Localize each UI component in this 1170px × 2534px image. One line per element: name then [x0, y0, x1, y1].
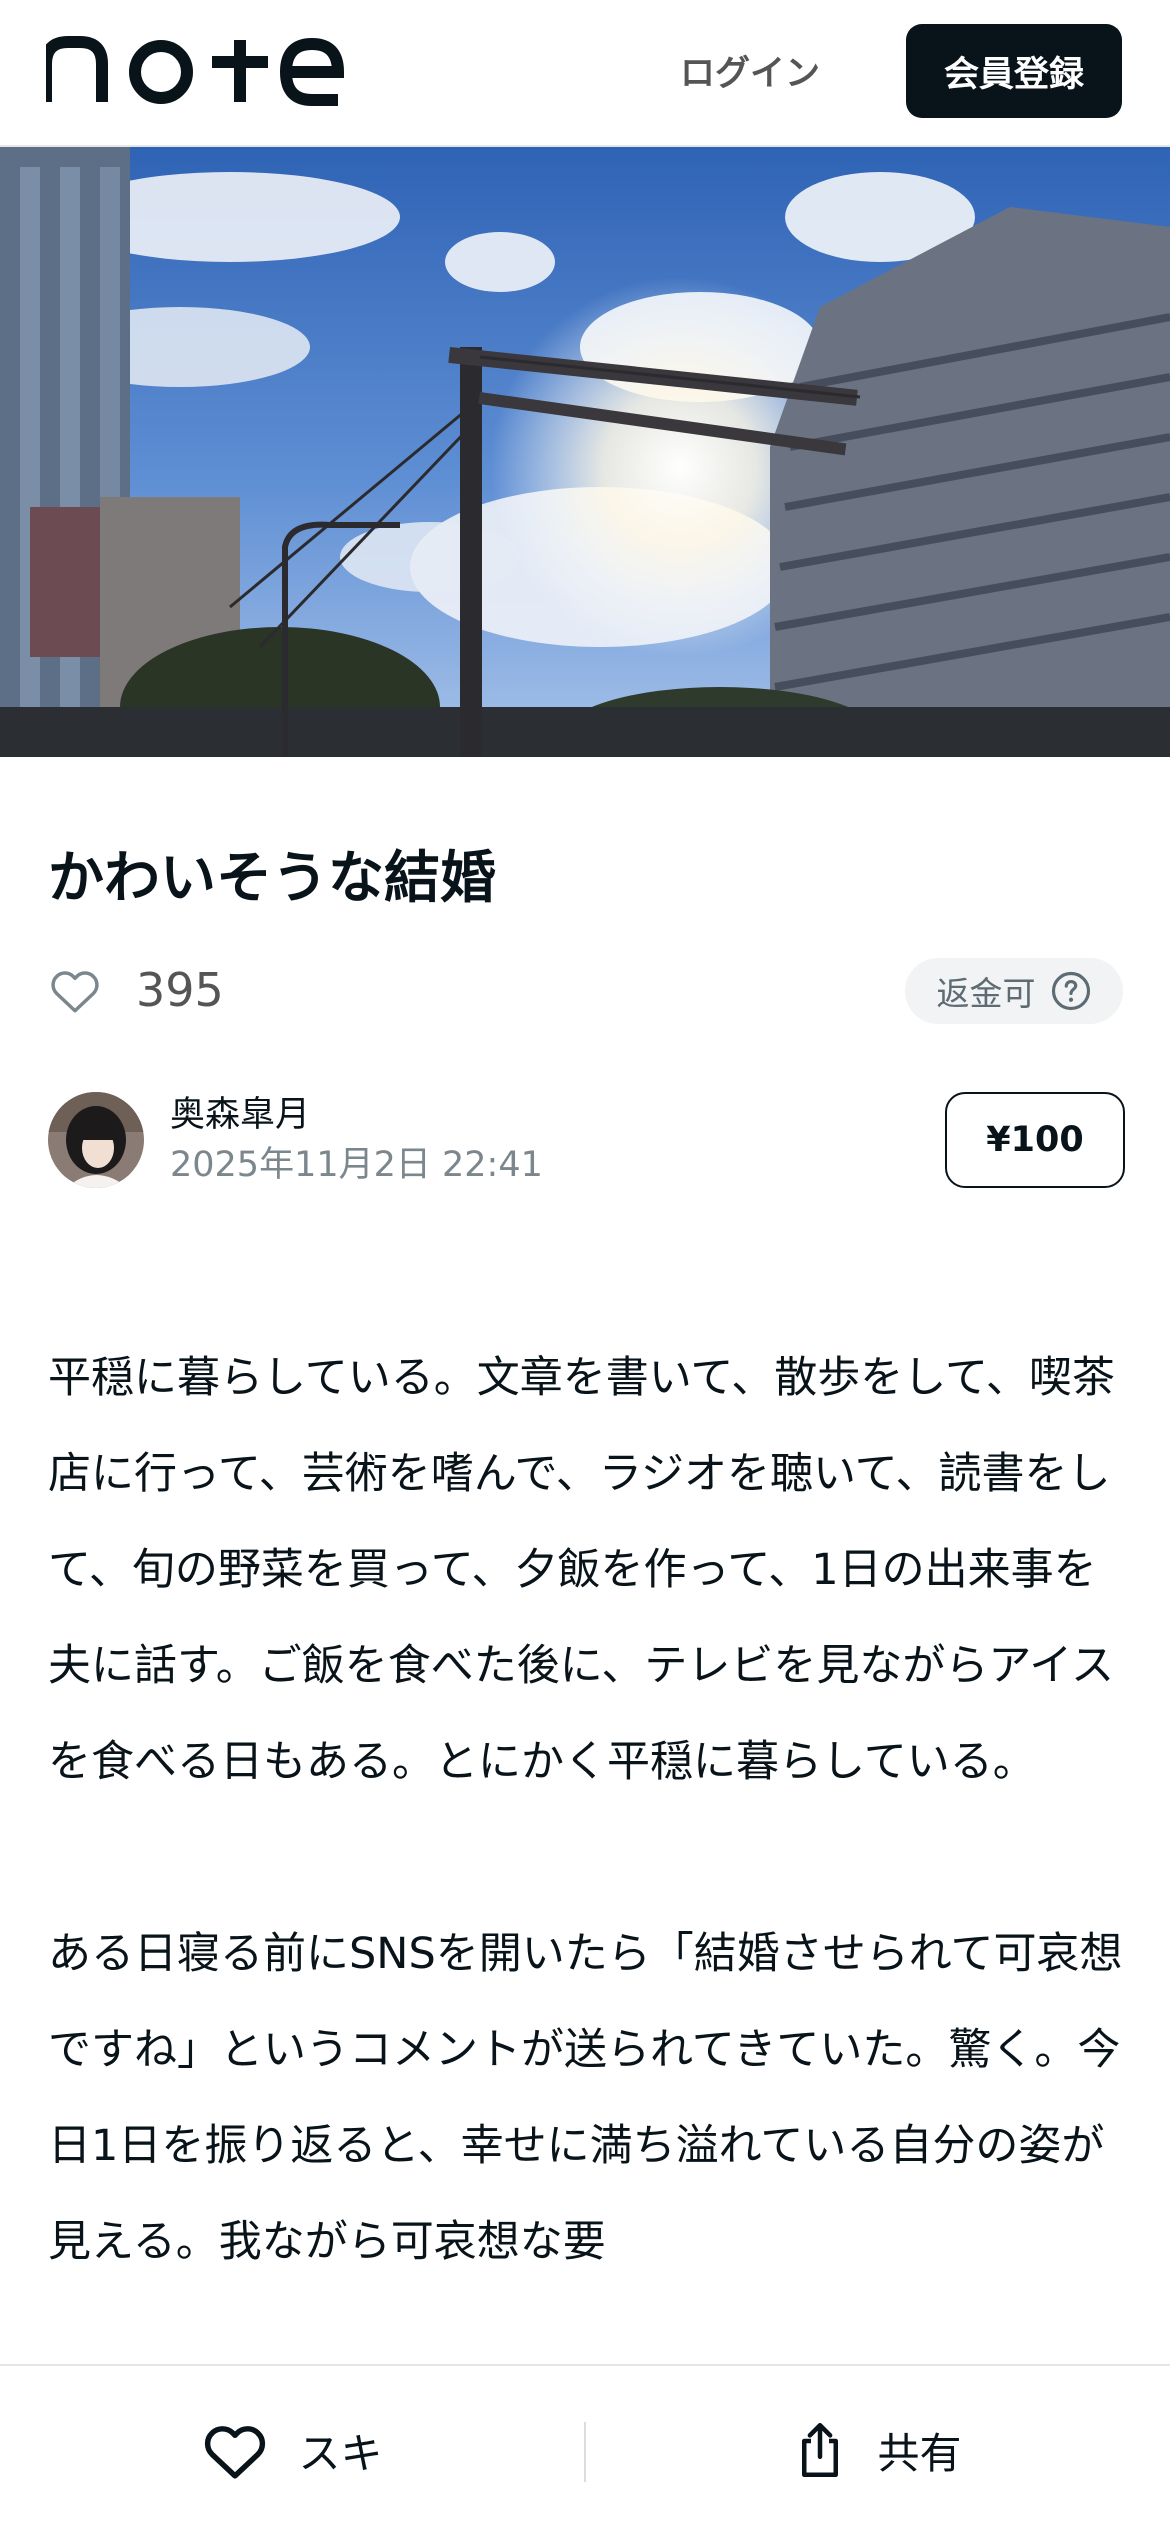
refund-badge[interactable]: 返金可 — [905, 958, 1123, 1024]
author-info[interactable]: 奥森皐月 2025年11月2日 22:41 — [48, 1090, 543, 1190]
refund-label: 返金可 — [936, 974, 1036, 1013]
like-button[interactable]: スキ — [0, 2366, 585, 2534]
signup-button[interactable]: 会員登録 — [906, 24, 1122, 118]
question-circle-icon[interactable] — [1050, 970, 1092, 1012]
share-label: 共有 — [877, 2428, 962, 2478]
price-button[interactable]: ¥100 — [945, 1092, 1125, 1188]
note-logo[interactable] — [46, 36, 346, 106]
heart-outline-icon[interactable] — [48, 966, 102, 1014]
share-button[interactable]: 共有 — [585, 2366, 1170, 2534]
share-icon — [802, 2423, 839, 2477]
article-cover-image — [0, 147, 1170, 757]
like-summary: 395 — [48, 955, 224, 1025]
paragraph: 平穏に暮らしている。文章を書いて、散歩をして、喫茶店に行って、芸術を嗜んで、ラジ… — [48, 1353, 1115, 1787]
article-title: かわいそうな結婚 — [48, 846, 496, 911]
publish-date: 2025年11月2日 22:41 — [170, 1145, 543, 1185]
paragraph: ある日寝る前にSNSを開いたら「結婚させられて可哀想ですね」というコメントが送ら… — [48, 1929, 1123, 2267]
like-count: 395 — [136, 963, 224, 1017]
avatar[interactable] — [48, 1092, 144, 1188]
author-name[interactable]: 奥森皐月 — [170, 1090, 543, 1140]
login-link[interactable]: ログイン — [660, 38, 840, 102]
heart-outline-icon — [205, 2426, 266, 2479]
article-body: 平穏に暮らしている。文章を書いて、散歩をして、喫茶店に行って、芸術を嗜んで、ラジ… — [48, 1330, 1128, 2386]
bottom-action-bar: スキ 共有 — [0, 2364, 1170, 2534]
site-header: ログイン 会員登録 — [0, 0, 1170, 147]
like-label: スキ — [298, 2428, 383, 2478]
